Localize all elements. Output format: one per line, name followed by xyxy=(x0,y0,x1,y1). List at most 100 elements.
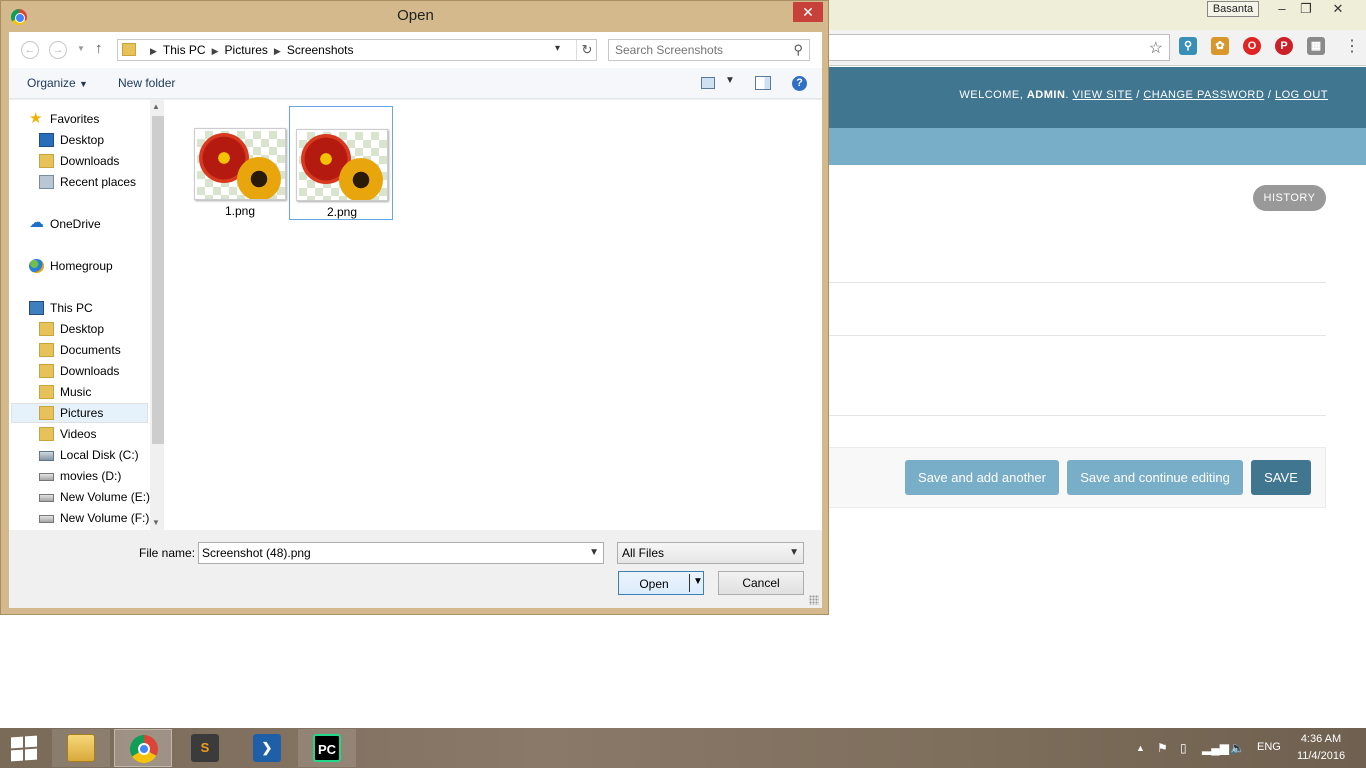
file-name-label: File name: xyxy=(139,546,196,560)
chevron-down-icon[interactable]: ▼ xyxy=(789,547,799,558)
file-name-input[interactable] xyxy=(202,546,582,560)
file-type-select[interactable]: All Files ▼ xyxy=(617,542,804,564)
file-item-selected[interactable]: 2.png xyxy=(289,106,393,220)
taskbar-sublime-text[interactable]: S xyxy=(176,729,234,767)
view-options-chevron-icon[interactable]: ▼ xyxy=(725,75,735,86)
close-icon[interactable]: ✕ xyxy=(1326,0,1350,18)
chevron-right-icon: ▶ xyxy=(273,46,281,56)
taskbar: S ❯ PC ▲ ⚑ ▯ ▂▄▆ 🔈 ENG 4:36 AM 11/4/2016 xyxy=(0,728,1366,768)
file-explorer-icon xyxy=(67,734,95,762)
file-item[interactable]: 1.png xyxy=(188,106,292,220)
clock-time[interactable]: 4:36 AM xyxy=(1296,733,1346,745)
help-icon[interactable]: ? xyxy=(792,76,807,91)
extension-icon-5[interactable]: ▦ xyxy=(1307,37,1325,55)
videos-folder-icon xyxy=(39,427,54,441)
forward-arrow-icon[interactable]: → xyxy=(49,41,67,59)
nav-pane-scrollbar[interactable]: ▲ ▼ xyxy=(150,100,164,530)
profile-chip[interactable]: Basanta xyxy=(1207,1,1259,17)
documents-folder-icon xyxy=(39,343,54,357)
preview-pane-icon[interactable] xyxy=(755,76,771,90)
file-name-combobox[interactable]: ▼ xyxy=(198,542,604,564)
chrome-menu-icon[interactable]: ⋮ xyxy=(1344,36,1360,56)
show-hidden-icons-icon[interactable]: ▲ xyxy=(1136,743,1145,753)
command-bar: Organize ▼ New folder ▼ ? xyxy=(9,68,822,99)
breadcrumb-this-pc[interactable]: This PC xyxy=(163,43,206,57)
pinterest-icon[interactable]: P xyxy=(1275,37,1293,55)
new-folder-button[interactable]: New folder xyxy=(118,76,175,90)
network-icon[interactable]: ▂▄▆ xyxy=(1202,741,1229,755)
drive-icon xyxy=(39,494,54,502)
log-out-link[interactable]: LOG OUT xyxy=(1275,89,1328,101)
change-view-icon[interactable] xyxy=(701,77,715,89)
input-language[interactable]: ENG xyxy=(1257,741,1281,753)
breadcrumb-screenshots[interactable]: Screenshots xyxy=(287,43,354,57)
address-box[interactable]: ▶ This PC ▶ Pictures ▶ Screenshots ▾ ↻ xyxy=(117,39,597,61)
minimize-icon[interactable]: – xyxy=(1270,0,1294,18)
recent-places-icon xyxy=(39,175,54,189)
bookmark-star-icon[interactable]: ☆ xyxy=(1149,38,1163,58)
dialog-close-button[interactable]: ✕ xyxy=(793,2,823,22)
scroll-up-icon[interactable]: ▲ xyxy=(152,102,160,111)
address-dropdown-icon[interactable]: ▾ xyxy=(555,43,560,54)
restore-icon[interactable]: ❐ xyxy=(1294,0,1318,18)
homegroup-icon xyxy=(29,259,44,273)
drive-icon xyxy=(39,473,54,481)
save-add-another-button[interactable]: Save and add another xyxy=(905,460,1059,495)
taskbar-chrome[interactable] xyxy=(114,729,172,767)
search-box[interactable]: ⚲ xyxy=(608,39,810,61)
sublime-text-icon: S xyxy=(191,734,219,762)
organize-button[interactable]: Organize ▼ xyxy=(27,76,88,90)
refresh-icon[interactable]: ↻ xyxy=(576,40,597,60)
recent-locations-chevron-icon[interactable]: ▼ xyxy=(77,44,85,53)
open-button[interactable]: Open ▼ xyxy=(618,571,704,595)
dialog-body: ← → ▼ ↑ ▶ This PC ▶ Pictures ▶ Screenshots ▾ … xyxy=(9,32,822,608)
save-button[interactable]: SAVE xyxy=(1251,460,1311,495)
file-list-pane: 1.png 2.png xyxy=(164,100,822,530)
opera-icon[interactable]: O xyxy=(1243,37,1261,55)
dialog-footer: File name: ▼ All Files ▼ Open ▼ Cancel xyxy=(9,530,822,608)
windows-logo-icon xyxy=(11,736,23,749)
dialog-titlebar[interactable]: Open ✕ xyxy=(1,1,830,32)
chevron-down-icon[interactable]: ▼ xyxy=(589,547,599,558)
address-bar[interactable]: ☆ xyxy=(818,34,1170,61)
change-password-link[interactable]: CHANGE PASSWORD xyxy=(1143,89,1264,101)
taskbar-powershell[interactable]: ❯ xyxy=(238,729,296,767)
form-divider xyxy=(828,415,1326,416)
admin-header: WELCOME, ADMIN. VIEW SITE / CHANGE PASSW… xyxy=(828,67,1366,128)
dialog-title: Open xyxy=(397,7,434,24)
open-file-dialog: Open ✕ ← → ▼ ↑ ▶ This PC ▶ Pictures ▶ Screens… xyxy=(0,0,829,615)
history-button[interactable]: HISTORY xyxy=(1253,185,1326,211)
search-icon[interactable]: ⚲ xyxy=(793,42,803,58)
taskbar-file-explorer[interactable] xyxy=(52,729,110,767)
pictures-folder-icon xyxy=(39,406,54,420)
extension-icon-1[interactable]: ⚲ xyxy=(1179,37,1197,55)
chrome-icon xyxy=(130,735,158,763)
split-divider xyxy=(689,574,690,592)
folder-icon xyxy=(122,43,136,56)
file-name: 2.png xyxy=(326,205,358,219)
start-button[interactable] xyxy=(8,734,40,762)
resize-grip-icon[interactable] xyxy=(809,595,819,605)
powershell-icon: ❯ xyxy=(253,734,281,762)
battery-icon[interactable]: ▯ xyxy=(1180,741,1187,755)
scrollbar-thumb[interactable] xyxy=(152,116,164,444)
breadcrumb-pictures[interactable]: Pictures xyxy=(225,43,268,57)
back-arrow-icon[interactable]: ← xyxy=(21,41,39,59)
scroll-down-icon[interactable]: ▼ xyxy=(152,518,160,527)
extension-icon-2[interactable]: ✿ xyxy=(1211,37,1229,55)
save-continue-button[interactable]: Save and continue editing xyxy=(1067,460,1243,495)
open-options-chevron-icon[interactable]: ▼ xyxy=(693,576,703,587)
cancel-button[interactable]: Cancel xyxy=(718,571,804,595)
form-divider xyxy=(828,282,1326,283)
flag-icon[interactable]: ⚑ xyxy=(1157,741,1168,755)
volume-icon[interactable]: 🔈 xyxy=(1230,741,1245,755)
up-arrow-icon[interactable]: ↑ xyxy=(95,40,103,57)
view-site-link[interactable]: VIEW SITE xyxy=(1073,89,1133,101)
navigation-pane: ★ Favorites Desktop Downloads Recent pla… xyxy=(9,100,164,530)
image-thumbnail xyxy=(194,128,286,200)
clock-date[interactable]: 11/4/2016 xyxy=(1296,750,1346,762)
drive-icon xyxy=(39,515,54,523)
search-input[interactable] xyxy=(615,43,785,57)
taskbar-pycharm[interactable]: PC xyxy=(298,729,356,767)
open-button-label: Open xyxy=(639,577,669,591)
